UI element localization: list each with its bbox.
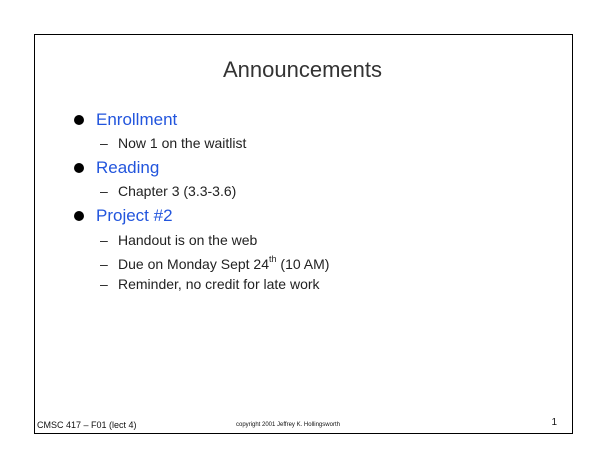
sub-item-text: Due on Monday Sept 24 bbox=[118, 256, 269, 272]
bullet-dot-icon bbox=[74, 163, 84, 173]
dash-icon: – bbox=[100, 276, 108, 292]
page-number: 1 bbox=[551, 417, 557, 428]
bullet-label: Project #2 bbox=[96, 206, 173, 225]
sub-item: – Chapter 3 (3.3-3.6) bbox=[100, 181, 236, 201]
sub-item-text: Handout is on the web bbox=[118, 232, 258, 248]
sub-item: – Reminder, no credit for late work bbox=[100, 274, 320, 294]
footer-copyright: copyright 2001 Jeffrey K. Hollingsworth bbox=[236, 422, 340, 428]
bullet-dot-icon bbox=[74, 115, 84, 125]
sub-item: – Due on Monday Sept 24th (10 AM) bbox=[100, 254, 329, 274]
sub-item-text: Reminder, no credit for late work bbox=[118, 276, 320, 292]
bullet-label: Enrollment bbox=[96, 110, 178, 129]
bullet-label: Reading bbox=[96, 158, 160, 177]
footer-course-label: CMSC 417 – F01 (lect 4) bbox=[37, 420, 137, 430]
dash-icon: – bbox=[100, 135, 108, 151]
dash-icon: – bbox=[100, 232, 108, 248]
dash-icon: – bbox=[100, 183, 108, 199]
slide-title: Announcements bbox=[223, 57, 382, 82]
sub-item-text: Chapter 3 (3.3-3.6) bbox=[118, 183, 237, 199]
bullet-dot-icon bbox=[74, 211, 84, 221]
sub-item-text-suffix: (10 AM) bbox=[276, 256, 330, 272]
sub-item-text: Now 1 on the waitlist bbox=[118, 135, 247, 151]
sub-item: – Now 1 on the waitlist bbox=[100, 133, 246, 153]
sub-item: – Handout is on the web bbox=[100, 230, 257, 250]
superscript: th bbox=[269, 254, 277, 265]
dash-icon: – bbox=[100, 256, 108, 272]
